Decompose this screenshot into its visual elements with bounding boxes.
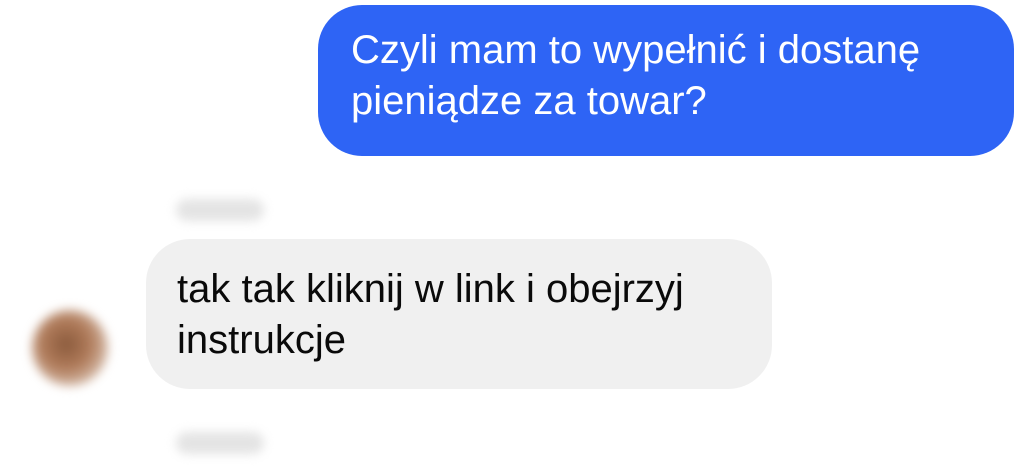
message-text-line: instrukcje [177,318,346,362]
chat-thread: Czyli mam to wypełnić i dostanę pieniądz… [0,0,1033,471]
outgoing-message-bubble[interactable]: Czyli mam to wypełnić i dostanę pieniądz… [318,5,1014,156]
avatar[interactable] [32,310,108,386]
blurred-sender-name [176,432,264,454]
message-text-line: Czyli mam to wypełnić i dostanę [351,28,921,72]
blurred-sender-name [176,199,264,221]
message-text-line: tak tak kliknij w link i obejrzyj [177,267,684,311]
incoming-message-bubble[interactable]: tak tak kliknij w link i obejrzyj instru… [146,239,772,389]
message-text-line: pieniądze za towar? [351,79,707,123]
